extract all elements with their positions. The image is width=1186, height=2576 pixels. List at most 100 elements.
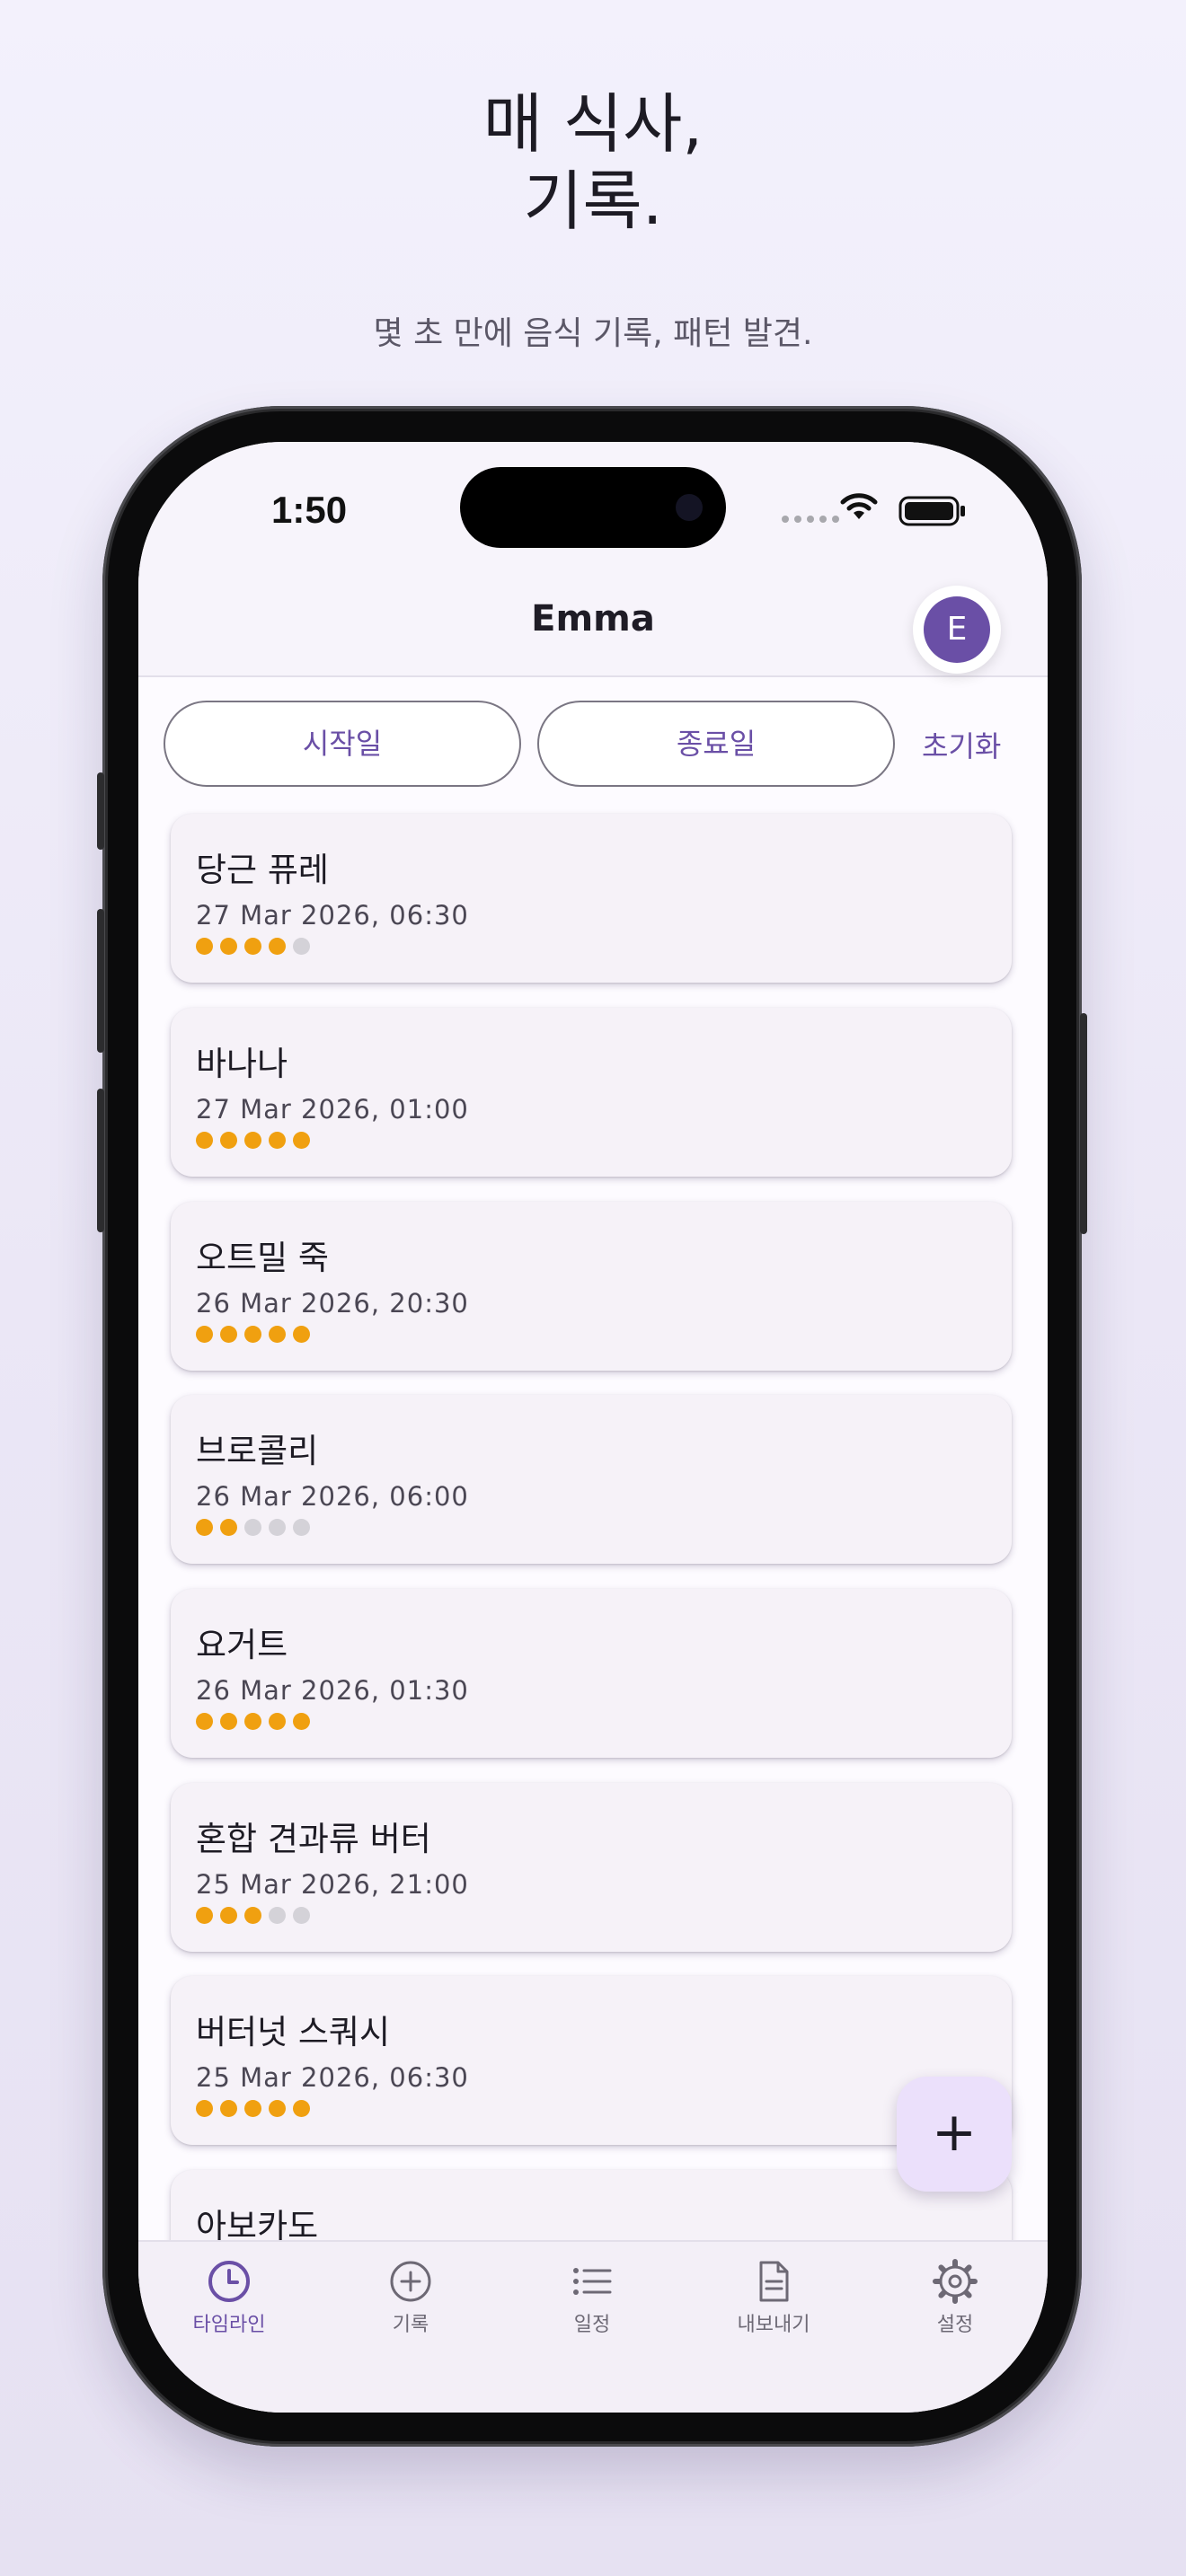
rating-dot-empty [269,1907,286,1924]
rating-dot-filled [269,1326,286,1343]
rating-dot-filled [220,1326,237,1343]
tab-settings[interactable]: 설정 [864,2258,1046,2337]
status-bar: 1:50 [138,442,1048,568]
action-button [97,772,104,850]
camera-icon [676,494,703,521]
avatar: E [924,596,990,663]
rating-dot-filled [269,1132,286,1149]
entry-date: 25 Mar 2026, 06:30 [196,2062,469,2093]
rating-dot-filled [196,938,213,955]
signal-icon [782,516,839,523]
tab-timeline[interactable]: 타임라인 [138,2258,320,2337]
rating-dot-filled [269,1713,286,1730]
timeline-card[interactable]: 버터넛 스쿼시 25 Mar 2026, 06:30 [171,1976,1012,2145]
tab-label: 타임라인 [192,2314,266,2336]
app-screen: 1:50 Emma E 시작일 종료일 초기화 당근 퓨레 27 Mar 202… [138,442,1048,2413]
power-button [1080,1013,1087,1234]
timeline-card[interactable]: 오트밀 죽 26 Mar 2026, 20:30 [171,1202,1012,1371]
timeline-card[interactable]: 바나나 27 Mar 2026, 01:00 [171,1008,1012,1177]
rating-dot-filled [244,938,261,955]
timeline-card[interactable]: 브로콜리 26 Mar 2026, 06:00 [171,1395,1012,1564]
headline-line-2: 기록. [523,163,663,239]
rating-dots [196,1326,310,1343]
tab-label: 기록 [392,2314,429,2336]
reset-button[interactable]: 초기화 [922,724,1001,765]
tab-bar: 타임라인 기록 일정 내보내기 설정 [138,2240,1048,2413]
rating-dots [196,1713,310,1730]
food-name: 바나나 [196,1045,288,1083]
rating-dot-filled [244,1713,261,1730]
entry-date: 25 Mar 2026, 21:00 [196,1869,469,1900]
rating-dot-filled [293,1132,310,1149]
tab-log[interactable]: 기록 [320,2258,501,2337]
rating-dot-filled [220,1907,237,1924]
food-name: 혼합 견과류 버터 [196,1820,431,1858]
timeline-card[interactable]: 혼합 견과류 버터 25 Mar 2026, 21:00 [171,1783,1012,1952]
promo-headline: 매 식사, 기록. [0,85,1186,240]
rating-dots [196,1132,310,1149]
rating-dots [196,1519,310,1536]
food-name: 당근 퓨레 [196,851,329,889]
clock-icon [208,2261,250,2302]
rating-dot-filled [244,2100,261,2117]
rating-dots [196,938,310,955]
rating-dot-filled [244,1132,261,1149]
entry-date: 27 Mar 2026, 06:30 [196,900,469,931]
food-name: 브로콜리 [196,1432,319,1470]
entry-date: 27 Mar 2026, 01:00 [196,1094,469,1125]
rating-dot-empty [269,1519,286,1536]
rating-dot-empty [293,1907,310,1924]
rating-dot-empty [293,938,310,955]
wifi-icon [840,493,878,519]
rating-dot-filled [220,938,237,955]
rating-dot-filled [244,1326,261,1343]
entry-date: 26 Mar 2026, 20:30 [196,1288,469,1319]
rating-dot-filled [293,2100,310,2117]
avatar-button[interactable]: E [913,586,1001,674]
timeline-card[interactable]: 당근 퓨레 27 Mar 2026, 06:30 [171,814,1012,983]
add-entry-button[interactable]: + [897,2077,1012,2192]
battery-icon [898,496,965,526]
food-name: 버터넛 스쿼시 [196,2013,391,2051]
app-header: Emma E [138,568,1048,677]
end-date-button[interactable]: 종료일 [537,701,895,787]
promo-subhead: 몇 초 만에 음식 기록, 패턴 발견. [373,315,813,352]
page-title: Emma [531,598,655,640]
rating-dot-filled [293,1713,310,1730]
rating-dot-filled [269,938,286,955]
rating-dot-filled [220,2100,237,2117]
rating-dot-empty [244,1519,261,1536]
status-time: 1:50 [271,489,348,531]
dynamic-island [460,467,726,548]
rating-dot-filled [244,1907,261,1924]
rating-dot-filled [220,1132,237,1149]
list-icon [573,2268,612,2295]
rating-dot-filled [196,1713,213,1730]
tab-label: 내보내기 [737,2314,810,2336]
rating-dot-filled [220,1519,237,1536]
rating-dots [196,2100,310,2117]
rating-dot-filled [220,1713,237,1730]
rating-dot-filled [269,2100,286,2117]
entry-date: 26 Mar 2026, 01:30 [196,1675,469,1706]
headline-line-1: 매 식사, [482,86,704,162]
tab-schedule[interactable]: 일정 [501,2258,683,2337]
rating-dot-filled [196,2100,213,2117]
rating-dot-filled [196,1519,213,1536]
plus-circle-icon [390,2261,431,2302]
entry-date: 26 Mar 2026, 06:00 [196,1481,469,1512]
timeline-card[interactable]: 요거트 26 Mar 2026, 01:30 [171,1589,1012,1758]
rating-dot-filled [293,1326,310,1343]
rating-dot-filled [196,1132,213,1149]
rating-dot-empty [293,1519,310,1536]
tab-export[interactable]: 내보내기 [683,2258,864,2337]
tab-label: 일정 [573,2314,611,2336]
document-icon [759,2261,789,2302]
rating-dot-filled [196,1326,213,1343]
rating-dots [196,1907,310,1924]
food-name: 요거트 [196,1626,288,1664]
start-date-button[interactable]: 시작일 [164,701,521,787]
tab-label: 설정 [936,2314,974,2336]
gear-icon [933,2259,978,2304]
rating-dot-filled [196,1907,213,1924]
